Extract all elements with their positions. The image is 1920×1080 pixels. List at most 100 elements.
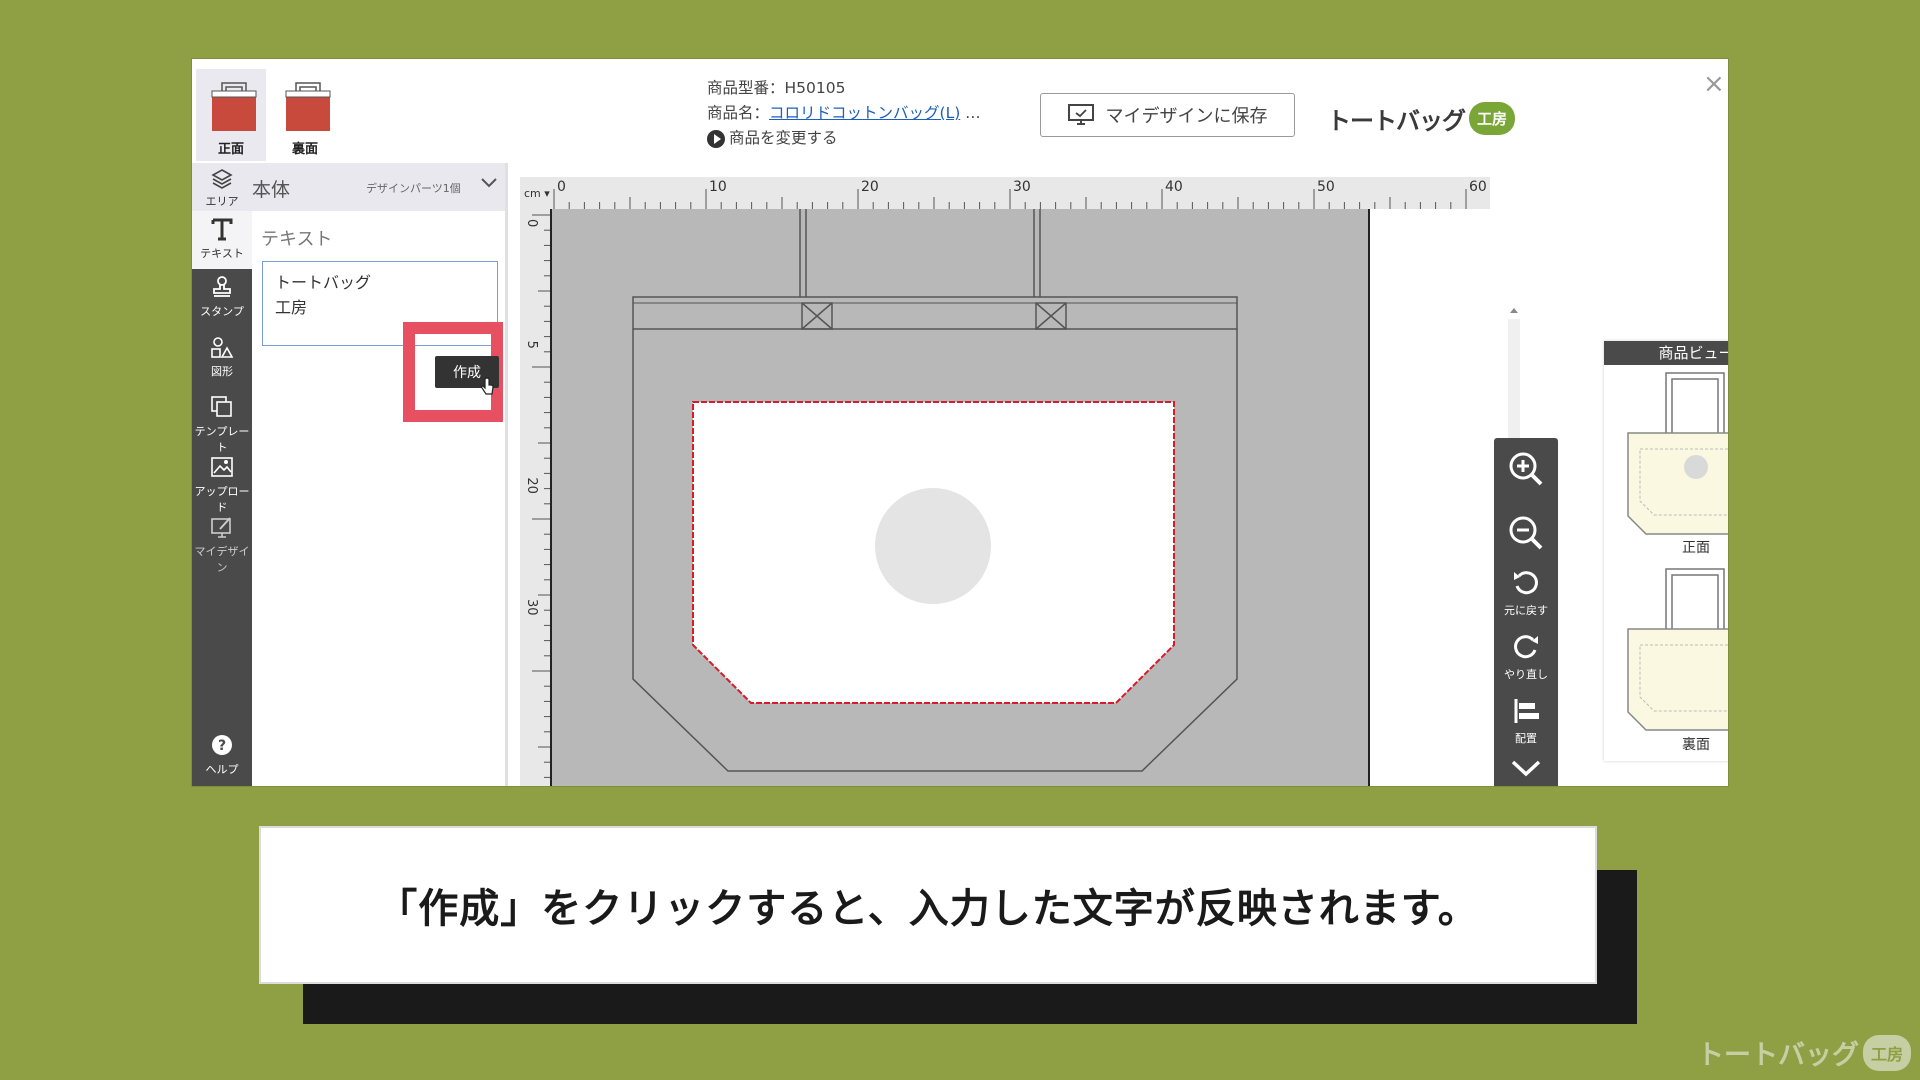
tool-upload[interactable]: アップロード (192, 449, 252, 514)
back-view-label: 裏面 (1682, 737, 1710, 753)
unit-label: cm (524, 187, 541, 200)
ruler-top-label: 40 (1165, 179, 1183, 195)
unit-selector[interactable]: cm ▾ (524, 187, 550, 200)
undo-button[interactable]: 元に戻す (1494, 568, 1558, 618)
ruler-top-label: 10 (709, 179, 727, 195)
undo-label: 元に戻す (1504, 604, 1548, 617)
watermark-text: トートバッグ (1697, 1040, 1859, 1071)
tool-shape-label: 図形 (211, 365, 233, 378)
view-back-label: 裏面 (291, 142, 318, 157)
product-name-row: 商品名：コロリドコットンバッグ(L) … (707, 101, 981, 126)
tool-area[interactable]: エリア (192, 163, 252, 211)
app-header: 正面 裏面 商品型番：H50105 商品名：コロリドコットンバッグ(L) … 商… (192, 59, 1728, 163)
ruler-top-label: 30 (1013, 179, 1031, 195)
product-name-ellipsis: … (960, 104, 981, 122)
tool-text[interactable]: テキスト (192, 211, 252, 269)
watermark-logo: トートバッグ 工房 (1697, 1033, 1912, 1072)
design-app-window: 正面 裏面 商品型番：H50105 商品名：コロリドコットンバッグ(L) … 商… (192, 59, 1728, 786)
tool-area-label: エリア (205, 195, 239, 208)
product-info: 商品型番：H50105 商品名：コロリドコットンバッグ(L) … 商品を変更する (707, 76, 981, 151)
shapes-icon (211, 337, 234, 358)
product-name-prefix: 商品名： (707, 104, 770, 122)
align-left-icon (1514, 699, 1539, 723)
save-label: マイデザインに保存 (1105, 106, 1268, 127)
tool-help[interactable]: ? ヘルプ (192, 727, 252, 785)
caption-box: 「作成」をクリックすると、入力した文字が反映されます。 (261, 828, 1595, 982)
bag-front-icon (211, 82, 257, 131)
caption-text: 「作成」をクリックすると、入力した文字が反映されます。 (377, 886, 1479, 932)
more-tools-button[interactable] (1494, 758, 1558, 782)
redo-icon (1514, 635, 1538, 659)
section-title: テキスト (261, 229, 333, 250)
tool-my-design-label: マイデザイン (194, 545, 250, 574)
zoom-out-icon (1509, 516, 1543, 550)
product-view-panel: 商品ビュー 正面 裏面 (1604, 341, 1728, 761)
redo-label: やり直し (1504, 668, 1548, 681)
play-circle-icon (707, 129, 725, 148)
zoom-in-button[interactable] (1494, 450, 1558, 492)
tool-stamp-label: スタンプ (200, 305, 244, 318)
tool-my-design[interactable]: マイデザイン (192, 509, 252, 574)
zoom-in-icon (1509, 452, 1543, 486)
ruler-left-label: 0 (524, 219, 539, 227)
align-button[interactable]: 配置 (1494, 696, 1558, 746)
bag-canvas[interactable] (552, 209, 1370, 786)
close-icon[interactable]: × (1703, 69, 1725, 99)
product-name-link[interactable]: コロリドコットンバッグ(L) (769, 104, 960, 122)
ruler-top-label: 50 (1317, 179, 1335, 195)
view-front-button[interactable]: 正面 (196, 69, 266, 161)
text-panel: 本体 デザインパーツ1個 テキスト トートバッグ 工房 (252, 163, 508, 786)
hand-cursor-icon (481, 377, 494, 395)
bag-back-preview[interactable] (1626, 567, 1728, 737)
bag-outline-drawing (632, 209, 1238, 772)
zoom-out-button[interactable] (1494, 514, 1558, 556)
change-product-link[interactable]: 商品を変更する (707, 126, 981, 151)
tool-help-label: ヘルプ (205, 763, 239, 776)
top-ruler: 0 10 20 30 40 50 60 (520, 177, 1490, 209)
chevron-down-icon (481, 178, 497, 188)
chevron-down-icon (1511, 760, 1541, 777)
layers-icon (211, 169, 233, 189)
tool-shape[interactable]: 図形 (192, 329, 252, 387)
product-view-title: 商品ビュー (1604, 341, 1728, 365)
tool-stamp[interactable]: スタンプ (192, 269, 252, 327)
left-toolbar: エリア テキスト スタンプ 図形 テンプレート アップロード マイデザイン ? … (192, 163, 252, 786)
help-icon: ? (212, 735, 232, 755)
my-design-icon (211, 517, 231, 538)
zoom-toolbar: 元に戻す やり直し 配置 (1494, 438, 1558, 786)
monitor-icon (1067, 104, 1094, 125)
parts-count: デザインパーツ1個 (366, 182, 461, 195)
align-label: 配置 (1515, 732, 1537, 745)
tool-text-label: テキスト (200, 247, 244, 260)
change-product-label: 商品を変更する (729, 129, 838, 147)
ruler-left-label: 5 (524, 341, 539, 349)
stamp-icon (213, 276, 231, 297)
tool-template[interactable]: テンプレート (192, 389, 252, 454)
image-upload-icon (211, 457, 233, 477)
bag-back-icon (285, 82, 331, 131)
product-code: 商品型番：H50105 (707, 79, 846, 97)
logo-badge: 工房 (1469, 102, 1516, 135)
logo-text: トートバッグ (1327, 107, 1466, 135)
ruler-left-label: 20 (524, 477, 539, 494)
save-to-my-design-button[interactable]: マイデザインに保存 (1040, 93, 1295, 137)
template-icon (211, 396, 232, 417)
scroll-up-icon[interactable] (1509, 306, 1519, 314)
watermark-badge: 工房 (1863, 1034, 1912, 1071)
bag-front-preview[interactable] (1626, 371, 1728, 541)
front-view-label: 正面 (1682, 540, 1710, 556)
view-front-label: 正面 (217, 142, 244, 157)
redo-button[interactable]: やり直し (1494, 632, 1558, 682)
left-ruler: 0 5 20 30 (520, 209, 550, 786)
svg-text:?: ? (218, 738, 226, 754)
text-t-icon (211, 218, 233, 241)
ruler-top-label: 0 (557, 179, 566, 195)
area-selector[interactable]: 本体 デザインパーツ1個 (252, 163, 505, 211)
undo-icon (1514, 571, 1538, 595)
view-back-button[interactable]: 裏面 (270, 69, 340, 161)
ruler-top-label: 60 (1469, 179, 1487, 195)
ruler-left-label: 30 (524, 599, 539, 616)
brand-logo: トートバッグ 工房 (1327, 101, 1516, 136)
ruler-top-label: 20 (861, 179, 879, 195)
area-name: 本体 (252, 179, 291, 201)
